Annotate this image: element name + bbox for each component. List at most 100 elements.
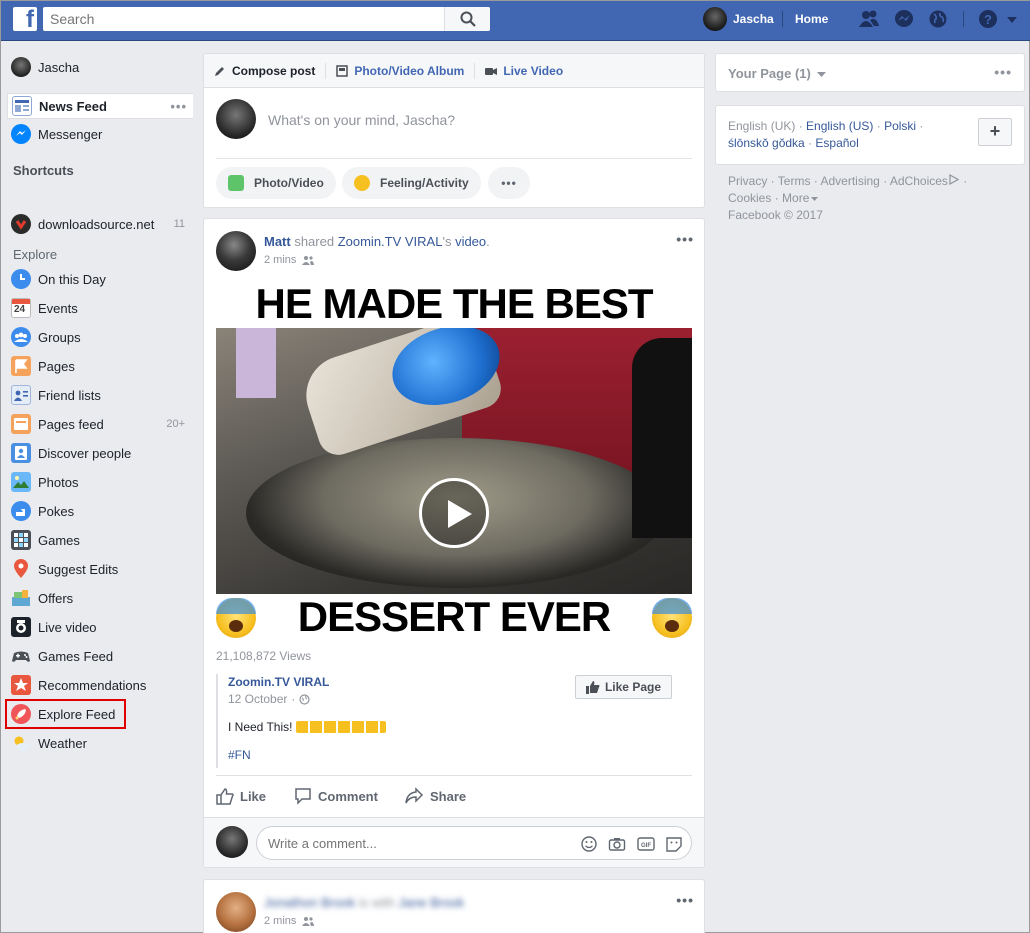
play-icon[interactable] — [419, 478, 489, 548]
sticker-icon[interactable] — [665, 835, 683, 853]
search-input[interactable] — [43, 7, 443, 31]
sidebar-item-games[interactable]: Games — [7, 527, 193, 553]
sidebar-item-downloadsource[interactable]: downloadsource.net 11 — [7, 211, 193, 237]
sidebar-item-news-feed[interactable]: News Feed ••• — [7, 93, 193, 119]
composer: Compose post Photo/Video Album Live Vide… — [203, 53, 705, 208]
flag-icon — [11, 356, 31, 376]
camera-icon[interactable] — [608, 835, 626, 853]
video-player[interactable]: HE MADE THE BEST DESSERT EVER — [216, 280, 692, 640]
action-label: Comment — [318, 788, 378, 804]
help-icon[interactable]: ? — [977, 9, 999, 29]
sidebar-item-label: Games — [38, 532, 80, 548]
sidebar-item-groups[interactable]: Groups — [7, 324, 193, 350]
sidebar-item-live-video[interactable]: Live video — [7, 614, 193, 640]
more-link[interactable]: More — [782, 191, 809, 205]
more-options-icon[interactable]: ••• — [994, 64, 1012, 80]
more-options-button[interactable]: ••• — [488, 167, 530, 199]
profile-link[interactable]: Jascha — [703, 7, 774, 31]
privacy-link[interactable]: Privacy — [728, 174, 767, 188]
video-caption-bottom-wrap: DESSERT EVER — [216, 594, 692, 640]
tab-photo-video-album[interactable]: Photo/Video Album — [326, 54, 474, 88]
sidebar-item-offers[interactable]: Offers — [7, 585, 193, 611]
terms-link[interactable]: Terms — [778, 174, 811, 188]
map-pin-icon — [11, 559, 31, 579]
adchoices-link[interactable]: AdChoices — [890, 174, 948, 188]
sidebar-item-label: Discover people — [38, 445, 132, 461]
shared-post-date[interactable]: 12 October · — [228, 692, 310, 706]
like-button[interactable]: Like — [216, 787, 266, 805]
sidebar-item-label: Groups — [38, 329, 81, 345]
album-icon — [336, 64, 349, 77]
svg-text:?: ? — [984, 12, 992, 27]
emoji-icon[interactable] — [580, 835, 598, 853]
tagged-friend-link[interactable]: Jane Brook — [398, 895, 464, 910]
shared-page-name-link[interactable]: Zoomin.TV VIRAL — [228, 675, 329, 689]
home-link[interactable]: Home — [795, 12, 828, 26]
sidebar-item-pages-feed[interactable]: Pages feed 20+ — [7, 411, 193, 437]
messenger-icon[interactable] — [893, 9, 915, 29]
post-timestamp[interactable]: 2 mins — [264, 254, 315, 266]
feeling-activity-button[interactable]: Feeling/Activity — [342, 167, 481, 199]
language-link[interactable]: Español — [815, 136, 858, 150]
sidebar-item-on-this-day[interactable]: On this Day — [7, 266, 193, 292]
sidebar-item-explore-feed[interactable]: Explore Feed — [5, 699, 126, 729]
offers-icon — [11, 588, 31, 608]
shared-video-link[interactable]: video — [455, 234, 486, 249]
hashtag-link[interactable]: #FN — [228, 748, 251, 762]
tab-live-video[interactable]: Live Video — [475, 54, 573, 88]
like-page-button[interactable]: Like Page — [574, 675, 672, 699]
globe-public-icon — [299, 693, 310, 705]
tab-compose-post[interactable]: Compose post — [204, 54, 325, 88]
sidebar-item-pokes[interactable]: Pokes — [7, 498, 193, 524]
sidebar-item-games-feed[interactable]: Games Feed — [7, 643, 193, 669]
avatar[interactable] — [216, 892, 256, 932]
more-options-icon[interactable]: ••• — [170, 99, 187, 114]
sidebar-item-weather[interactable]: Weather — [7, 730, 193, 756]
photo-video-button[interactable]: Photo/Video — [216, 167, 336, 199]
tab-label: Compose post — [232, 63, 316, 78]
sidebar-item-discover-people[interactable]: Discover people — [7, 440, 193, 466]
calendar-icon: 24 — [11, 298, 31, 318]
sidebar-item-profile[interactable]: Jascha — [7, 54, 193, 80]
language-link[interactable]: Polski — [884, 119, 916, 133]
sidebar-item-pages[interactable]: Pages — [7, 353, 193, 379]
video-frame-detail — [236, 328, 276, 398]
account-menu-icon[interactable] — [1005, 9, 1019, 29]
your-page-dropdown[interactable]: Your Page (1) — [728, 66, 827, 81]
rocket-icon — [11, 704, 31, 724]
composer-input[interactable]: What's on your mind, Jascha? — [268, 112, 455, 128]
globe-notifications-icon[interactable] — [927, 9, 949, 29]
comment-input[interactable] — [268, 827, 568, 859]
sidebar-item-suggest-edits[interactable]: Suggest Edits — [7, 556, 193, 582]
more-languages-button[interactable]: + — [978, 118, 1012, 146]
divider — [216, 158, 692, 159]
advertising-link[interactable]: Advertising — [820, 174, 879, 188]
search-button[interactable] — [444, 7, 490, 31]
comment-button[interactable]: Comment — [294, 787, 378, 805]
current-language: English (UK) — [728, 119, 796, 133]
sidebar-item-label: Recommendations — [38, 677, 147, 693]
post-options-icon[interactable]: ••• — [676, 231, 694, 247]
post-options-icon[interactable]: ••• — [676, 892, 694, 908]
shared-page-link[interactable]: Zoomin.TV VIRAL — [338, 234, 443, 249]
sidebar-item-photos[interactable]: Photos — [7, 469, 193, 495]
language-link[interactable]: ślōnskŏ gŏdka — [728, 136, 805, 150]
sidebar-item-recommendations[interactable]: Recommendations — [7, 672, 193, 698]
gamepad-icon — [11, 646, 31, 666]
cookies-link[interactable]: Cookies — [728, 191, 771, 205]
sidebar-item-events[interactable]: 24 Events — [7, 295, 193, 321]
language-link[interactable]: English (US) — [806, 119, 873, 133]
sidebar-item-label: Events — [38, 300, 78, 316]
avatar[interactable] — [216, 231, 256, 271]
gif-icon[interactable]: GIF — [637, 835, 655, 853]
facebook-logo[interactable]: f — [13, 6, 37, 33]
post-timestamp[interactable]: 2 mins — [264, 915, 315, 927]
share-button[interactable]: Share — [404, 787, 466, 805]
post-author-link[interactable]: Matt — [264, 234, 291, 249]
messenger-icon — [11, 124, 31, 144]
friend-requests-icon[interactable] — [858, 9, 880, 29]
shared-text-content: I Need This! — [228, 720, 293, 734]
post-author-link[interactable]: Jonathon Brook — [264, 895, 355, 910]
sidebar-item-friend-lists[interactable]: Friend lists — [7, 382, 193, 408]
sidebar-item-messenger[interactable]: Messenger — [7, 121, 193, 147]
